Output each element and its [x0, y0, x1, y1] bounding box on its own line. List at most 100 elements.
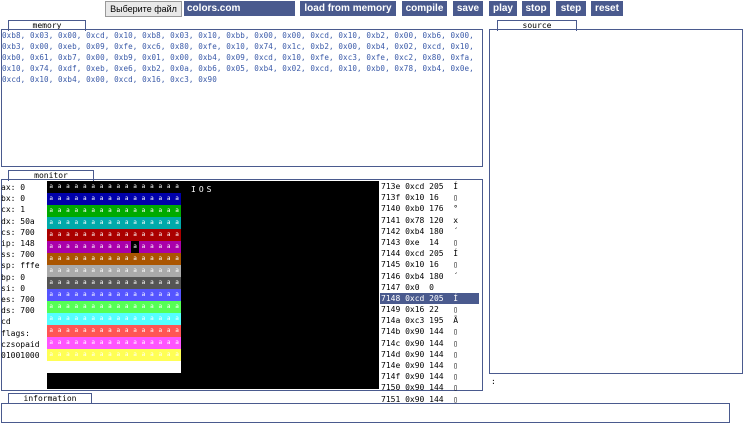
palette-row: aaaaaaaaaaaaaaaa — [47, 205, 182, 217]
save-button[interactable]: save — [453, 1, 483, 16]
palette-cell: a — [97, 289, 106, 301]
palette-cell: a — [122, 361, 131, 373]
palette-row: aaaaaaaaaaaaaaaa — [47, 361, 182, 373]
disassembly-row: 713f 0x10 16 ▯ — [381, 193, 459, 203]
palette-cell: a — [130, 193, 140, 205]
reset-button[interactable]: reset — [591, 1, 623, 16]
palette-cell: a — [80, 181, 89, 193]
source-status: : — [491, 377, 496, 386]
palette-cell: a — [72, 217, 81, 229]
disassembly-row-current: 7148 0xcd 205 Í — [380, 292, 479, 305]
palette-cell: a — [72, 361, 81, 373]
disassembly-row: 7146 0xb4 180 ´ — [381, 271, 459, 281]
palette-cell: a — [172, 349, 182, 361]
palette-cell: a — [97, 253, 106, 265]
palette-cell: a — [156, 205, 165, 217]
palette-cell: a — [172, 181, 182, 193]
palette-cell: a — [97, 301, 106, 313]
palette-cell: a — [55, 301, 64, 313]
palette-cell: a — [147, 205, 157, 217]
information-field[interactable] — [1, 403, 730, 423]
palette-cell: a — [114, 313, 123, 325]
palette-cell: a — [63, 349, 73, 361]
palette-cell: a — [55, 193, 64, 205]
palette-cell: a — [147, 217, 157, 229]
palette-cell: a — [130, 349, 140, 361]
disassembly-list: 713e 0xcd 205 Í 713f 0x10 16 ▯ 7140 0xb0 1… — [380, 181, 479, 405]
disassembly-row: 7150 0x90 144 ▯ — [381, 383, 459, 393]
palette-cell: a — [63, 277, 73, 289]
palette-cell: a — [55, 361, 64, 373]
palette-cell: a — [139, 289, 148, 301]
step-button[interactable]: step — [556, 1, 586, 16]
palette-cell: a — [80, 289, 89, 301]
disassembly-row: 7149 0x16 22 ▯ — [381, 305, 459, 315]
palette-cell: a — [139, 265, 148, 277]
palette-cell: a — [105, 301, 115, 313]
palette-cell: a — [164, 205, 173, 217]
palette-cell: a — [114, 349, 123, 361]
palette-cell: a — [97, 361, 106, 373]
palette-cell: a — [97, 193, 106, 205]
palette-cell: a — [114, 265, 123, 277]
palette-cell: a — [88, 205, 98, 217]
palette-cell: a — [164, 301, 173, 313]
palette-cell: a — [88, 349, 98, 361]
palette-cell: a — [88, 289, 98, 301]
palette-cell: a — [130, 241, 140, 253]
palette-cell: a — [55, 265, 64, 277]
palette-cell: a — [63, 241, 73, 253]
palette-cell: a — [72, 349, 81, 361]
palette-cell: a — [164, 313, 173, 325]
palette-cell: a — [88, 253, 98, 265]
palette-cell: a — [72, 301, 81, 313]
register-line: ax: 0 — [1, 183, 26, 192]
palette-cell: a — [139, 301, 148, 313]
palette-cell: a — [80, 265, 89, 277]
palette-cell: a — [114, 253, 123, 265]
choose-file-button[interactable]: Выберите файл — [105, 1, 182, 17]
palette-cell: a — [122, 241, 131, 253]
source-editor[interactable] — [489, 29, 743, 374]
palette-cell: a — [47, 241, 56, 253]
palette-cell: a — [164, 193, 173, 205]
palette-cell: a — [80, 217, 89, 229]
disassembly-row: 7140 0xb0 176 ° — [381, 204, 459, 214]
palette-cell: a — [114, 337, 123, 349]
palette-cell: a — [147, 289, 157, 301]
palette-cell: a — [72, 265, 81, 277]
palette-cell: a — [88, 313, 98, 325]
palette-cell: a — [172, 301, 182, 313]
palette-cell: a — [80, 325, 89, 337]
disassembly-row: 714a 0xc3 195 Ã — [381, 316, 459, 326]
register-line: si: 0 — [1, 283, 26, 293]
disassembly-row: 7143 0xe 14 ▯ — [381, 237, 459, 247]
palette-cell: a — [47, 217, 56, 229]
compile-button[interactable]: compile — [402, 1, 447, 16]
palette-cell: a — [55, 217, 64, 229]
palette-cell: a — [97, 241, 106, 253]
palette-cell: a — [105, 253, 115, 265]
disassembly-row: 7144 0xcd 205 Í — [381, 249, 459, 259]
disassembly-row: 713e 0xcd 205 Í — [381, 182, 459, 191]
palette-cell: a — [47, 277, 56, 289]
palette-cell: a — [72, 289, 81, 301]
palette-cell: a — [63, 337, 73, 349]
palette-cell: a — [72, 325, 81, 337]
memory-bytes: 0xb8, 0x03, 0x00, 0xcd, 0x10, 0xb8, 0x03… — [2, 31, 474, 84]
load-from-memory-button[interactable]: load from memory — [300, 1, 396, 16]
palette-cell: a — [105, 289, 115, 301]
register-line: sp: fffe — [1, 261, 40, 271]
palette-cell: a — [156, 301, 165, 313]
palette-cell: a — [97, 277, 106, 289]
palette-cell: a — [47, 313, 56, 325]
register-line: 01001000 — [1, 351, 40, 361]
palette-cell: a — [147, 301, 157, 313]
play-button[interactable]: play — [489, 1, 517, 16]
palette-cell: a — [164, 337, 173, 349]
palette-row: aaaaaaaaaaaaaaaa — [47, 253, 182, 265]
palette-row: aaaaaaaaaaaaaaaa — [47, 337, 182, 349]
emulator-screen: aaaaaaaaaaaaaaaaaaaaaaaaaaaaaaaaaaaaaaaa… — [47, 181, 379, 389]
palette-row: aaaaaaaaaaaaaaaa — [47, 301, 182, 313]
stop-button[interactable]: stop — [522, 1, 550, 16]
